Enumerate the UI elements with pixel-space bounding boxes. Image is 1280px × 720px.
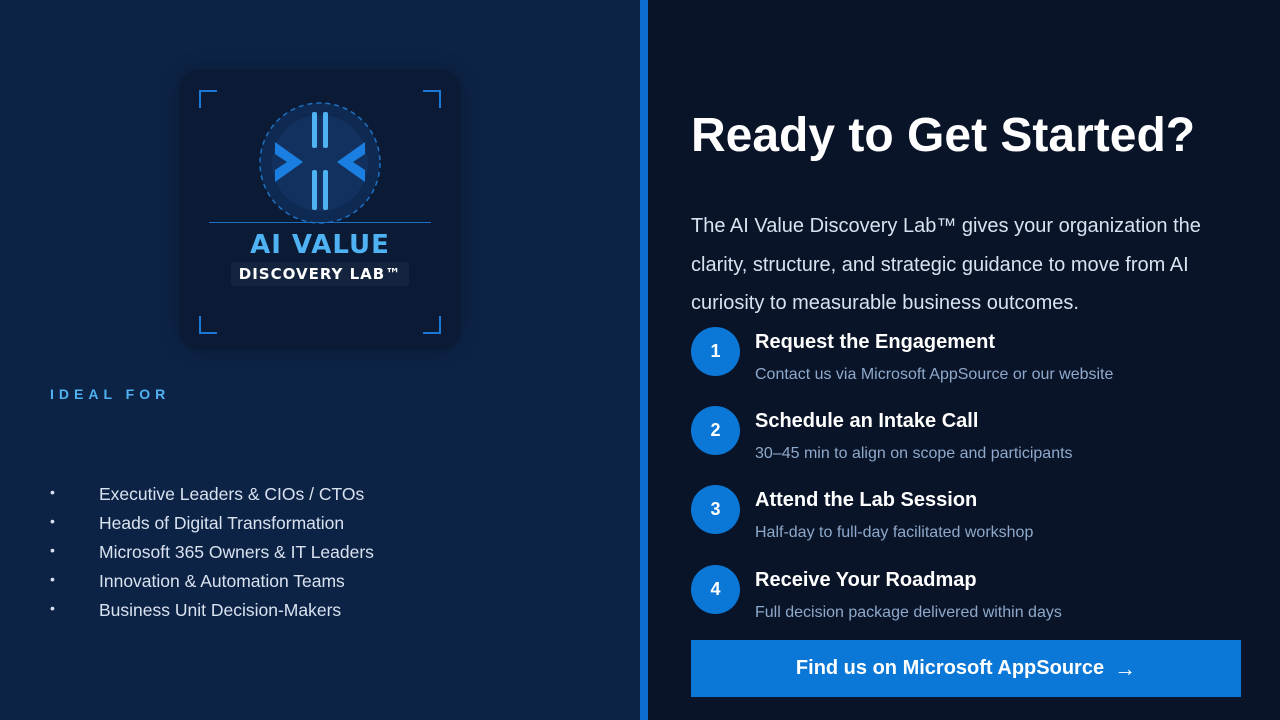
list-item: • Microsoft 365 Owners & IT Leaders [50,540,374,569]
step-description: Full decision package delivered within d… [755,604,1062,621]
frame-corner [199,316,217,334]
bullet-icon: • [50,484,55,500]
bullet-icon: • [50,571,55,587]
step-number-badge: 2 [691,406,740,455]
step-description: Half-day to full-day facilitated worksho… [755,524,1034,541]
logo-subtitle-wrap: DISCOVERY LAB™ [179,262,461,286]
cta-label: Find us on Microsoft AppSource [795,657,1105,679]
intro-paragraph: The AI Value Discovery Lab™ gives your o… [691,215,1201,314]
ideal-for-label: IDEAL FOR [50,386,171,402]
logo-title: AI VALUE [250,230,390,260]
step-4: 4 Receive Your Roadmap Full decision pac… [691,565,1251,635]
step-number-badge: 3 [691,485,740,534]
step-number-badge: 4 [691,565,740,614]
list-item-text: Executive Leaders & CIOs / CTOs [99,484,365,504]
discovery-lab-logo-icon [259,102,381,224]
audience-list: • Executive Leaders & CIOs / CTOs • Heads … [50,482,374,627]
step-title: Request the Engagement [755,331,996,353]
step-title: Attend the Lab Session [755,489,978,511]
step-number-badge: 1 [691,327,740,376]
list-item: • Executive Leaders & CIOs / CTOs [50,482,374,511]
arrow-right-icon: → [1114,655,1137,681]
logo-card: AI VALUE DISCOVERY LAB™ [179,70,461,350]
accent-divider [640,0,648,720]
list-item: • Business Unit Decision-Makers [50,598,374,627]
bullet-icon: • [50,513,55,529]
step-description: 30–45 min to align on scope and particip… [755,445,1073,462]
list-item-text: Heads of Digital Transformation [99,513,345,533]
step-1: 1 Request the Engagement Contact us via … [691,327,1251,397]
page-title: Ready to Get Started? [691,109,1196,162]
list-item-text: Business Unit Decision-Makers [99,600,342,620]
list-item: • Heads of Digital Transformation [50,511,374,540]
step-title: Receive Your Roadmap [755,569,977,591]
list-item: • Innovation & Automation Teams [50,569,374,598]
bullet-icon: • [50,542,55,558]
step-2: 2 Schedule an Intake Call 30–45 min to a… [691,406,1251,476]
logo-subtitle: DISCOVERY LAB™ [230,262,410,286]
frame-corner [423,90,441,108]
frame-corner [199,90,217,108]
step-title: Schedule an Intake Call [755,410,979,432]
bullet-icon: • [50,600,55,616]
step-3: 3 Attend the Lab Session Half-day to ful… [691,485,1251,555]
frame-corner [423,316,441,334]
logo-divider-line [209,222,431,223]
list-item-text: Microsoft 365 Owners & IT Leaders [99,542,374,562]
appsource-cta-button[interactable]: Find us on Microsoft AppSource → [691,640,1241,697]
list-item-text: Innovation & Automation Teams [99,571,345,591]
step-description: Contact us via Microsoft AppSource or ou… [755,366,1114,383]
